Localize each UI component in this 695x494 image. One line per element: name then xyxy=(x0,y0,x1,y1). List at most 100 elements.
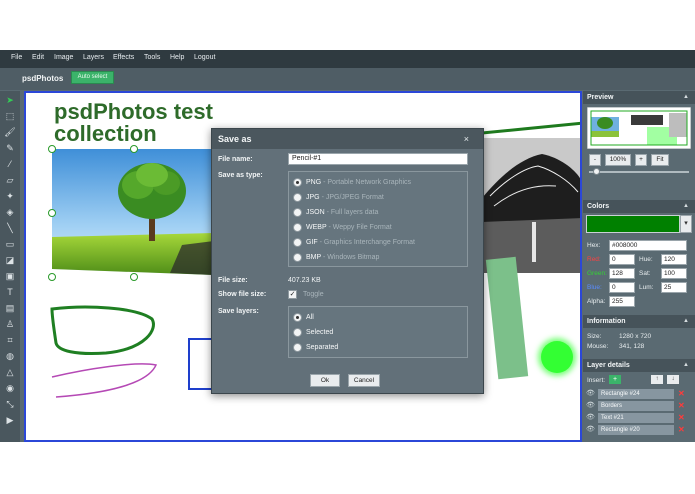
preview-header[interactable]: Preview ▲ xyxy=(583,91,695,104)
radio-webp[interactable] xyxy=(293,223,302,232)
stamp-icon[interactable]: ♙ xyxy=(3,317,17,331)
insert-layer-button[interactable]: + xyxy=(609,375,621,384)
alpha-label: Alpha: xyxy=(587,298,606,305)
color-swatch[interactable] xyxy=(586,215,680,233)
alpha-input[interactable]: 255 xyxy=(609,296,635,307)
menu-layers[interactable]: Layers xyxy=(83,54,104,61)
blur-icon[interactable]: ◍ xyxy=(3,349,17,363)
radio-gif[interactable] xyxy=(293,238,302,247)
delete-layer-icon[interactable]: ✕ xyxy=(678,425,685,435)
radio-png[interactable] xyxy=(293,178,302,187)
move-down-icon[interactable]: ↓ xyxy=(667,375,679,384)
brush-icon[interactable]: 🖌 xyxy=(3,125,17,139)
sharpen-icon[interactable]: △ xyxy=(3,365,17,379)
bw-tree-photo xyxy=(482,138,580,273)
red-input[interactable]: 0 xyxy=(609,254,635,265)
visibility-eye-icon[interactable]: 👁 xyxy=(586,425,595,435)
visibility-eye-icon[interactable]: 👁 xyxy=(586,389,595,399)
cancel-button[interactable]: Cancel xyxy=(348,374,380,387)
close-icon[interactable]: × xyxy=(464,129,469,149)
magic-wand-icon[interactable]: ✦ xyxy=(3,189,17,203)
gradient-fill-icon[interactable]: ▤ xyxy=(3,301,17,315)
radio-selected[interactable] xyxy=(293,328,302,337)
app-window: File Edit Image Layers Effects Tools Hel… xyxy=(0,50,695,442)
auto-select-button[interactable]: Auto select xyxy=(71,71,114,84)
collapse-icon[interactable]: ▲ xyxy=(683,315,689,328)
desaturate-icon[interactable]: ◉ xyxy=(3,381,17,395)
crop-icon[interactable]: ⌗ xyxy=(3,333,17,347)
zoom-in-button[interactable]: + xyxy=(635,154,647,166)
fit-button[interactable]: Fit xyxy=(651,154,669,166)
hue-input[interactable]: 120 xyxy=(661,254,687,265)
pencil-stroke-purple xyxy=(51,363,158,398)
visibility-eye-icon[interactable]: 👁 xyxy=(586,413,595,423)
layer-details-header[interactable]: Layer details ▲ xyxy=(583,359,695,372)
radio-separated[interactable] xyxy=(293,343,302,352)
information-header[interactable]: Information ▲ xyxy=(583,315,695,328)
dialog-title[interactable]: Save as xyxy=(212,129,483,149)
menu-help[interactable]: Help xyxy=(170,54,184,61)
file-name-input[interactable]: Pencil-#1 xyxy=(288,153,468,165)
green-input[interactable]: 128 xyxy=(609,268,635,279)
layer-row[interactable]: 👁 Text #21 ✕ xyxy=(586,413,692,423)
color-dropdown-icon[interactable]: ▾ xyxy=(680,215,692,233)
collapse-icon[interactable]: ▲ xyxy=(683,200,689,213)
menu-logout[interactable]: Logout xyxy=(194,54,215,61)
zoom-slider-thumb[interactable] xyxy=(593,168,600,175)
radio-bmp[interactable] xyxy=(293,253,302,262)
file-size-label: File size: xyxy=(218,277,248,284)
layer-row[interactable]: 👁 Borders ✕ xyxy=(586,401,692,411)
size-value: 1280 x 720 xyxy=(619,333,652,340)
marquee-icon[interactable]: ⬚ xyxy=(3,109,17,123)
layer-row[interactable]: 👁 Rectangle #24 ✕ xyxy=(586,389,692,399)
pencil-icon[interactable]: ✎ xyxy=(3,141,17,155)
insert-label: Insert: xyxy=(587,377,606,384)
menu-tools[interactable]: Tools xyxy=(144,54,160,61)
line-icon[interactable]: ╲ xyxy=(3,221,17,235)
lum-input[interactable]: 25 xyxy=(661,282,687,293)
delete-layer-icon[interactable]: ✕ xyxy=(678,401,685,411)
sat-input[interactable]: 100 xyxy=(661,268,687,279)
menu-edit[interactable]: Edit xyxy=(32,54,44,61)
colors-header[interactable]: Colors ▲ xyxy=(583,200,695,213)
bulge-icon[interactable]: ⤡ xyxy=(3,397,17,411)
pencil-stroke-green xyxy=(50,305,155,355)
preview-thumbnail[interactable] xyxy=(587,107,691,149)
hex-label: Hex: xyxy=(587,242,601,249)
save-layers-label: Save layers: xyxy=(218,308,259,315)
right-panel: Preview ▲ - 100% + Fit Colors ▲ ▾ Hex: #… xyxy=(583,91,695,442)
gradient-icon[interactable]: ◪ xyxy=(3,253,17,267)
blue-input[interactable]: 0 xyxy=(609,282,635,293)
pipette-icon[interactable]: ⁄ xyxy=(3,157,17,171)
menu-file[interactable]: File xyxy=(11,54,22,61)
text-icon[interactable]: T xyxy=(3,285,17,299)
mouse-value: 341, 128 xyxy=(619,343,645,350)
delete-layer-icon[interactable]: ✕ xyxy=(678,413,685,423)
rectangle-icon[interactable]: ▭ xyxy=(3,237,17,251)
ok-button[interactable]: Ok xyxy=(310,374,340,387)
radio-json[interactable] xyxy=(293,208,302,217)
delete-layer-icon[interactable]: ✕ xyxy=(678,389,685,399)
menu-effects[interactable]: Effects xyxy=(113,54,134,61)
visibility-eye-icon[interactable]: 👁 xyxy=(586,401,595,411)
hex-input[interactable]: #008000 xyxy=(609,240,687,251)
save-layers-group: All Selected Separated xyxy=(288,306,468,358)
eraser-icon[interactable]: ▱ xyxy=(3,173,17,187)
app-brand: psdPhotos xyxy=(22,74,64,83)
zoom-slider-track[interactable] xyxy=(589,168,689,175)
menu-image[interactable]: Image xyxy=(54,54,73,61)
image-icon[interactable]: ▣ xyxy=(3,269,17,283)
select-icon[interactable]: ➤ xyxy=(3,93,17,107)
layer-row[interactable]: 👁 Rectangle #20 ✕ xyxy=(586,425,692,435)
show-file-size-checkbox[interactable]: ✓ xyxy=(288,290,297,299)
zoom-out-button[interactable]: - xyxy=(589,154,601,166)
blue-label: Blue: xyxy=(587,284,602,291)
collapse-icon[interactable]: ▲ xyxy=(683,359,689,372)
fill-icon[interactable]: ◈ xyxy=(3,205,17,219)
radio-all[interactable] xyxy=(293,313,302,322)
collapse-icon[interactable]: ▲ xyxy=(683,91,689,104)
move-up-icon[interactable]: ↑ xyxy=(651,375,663,384)
animate-icon[interactable]: ▶ xyxy=(3,413,17,427)
zoom-level-field[interactable]: 100% xyxy=(605,154,631,166)
radio-jpg[interactable] xyxy=(293,193,302,202)
